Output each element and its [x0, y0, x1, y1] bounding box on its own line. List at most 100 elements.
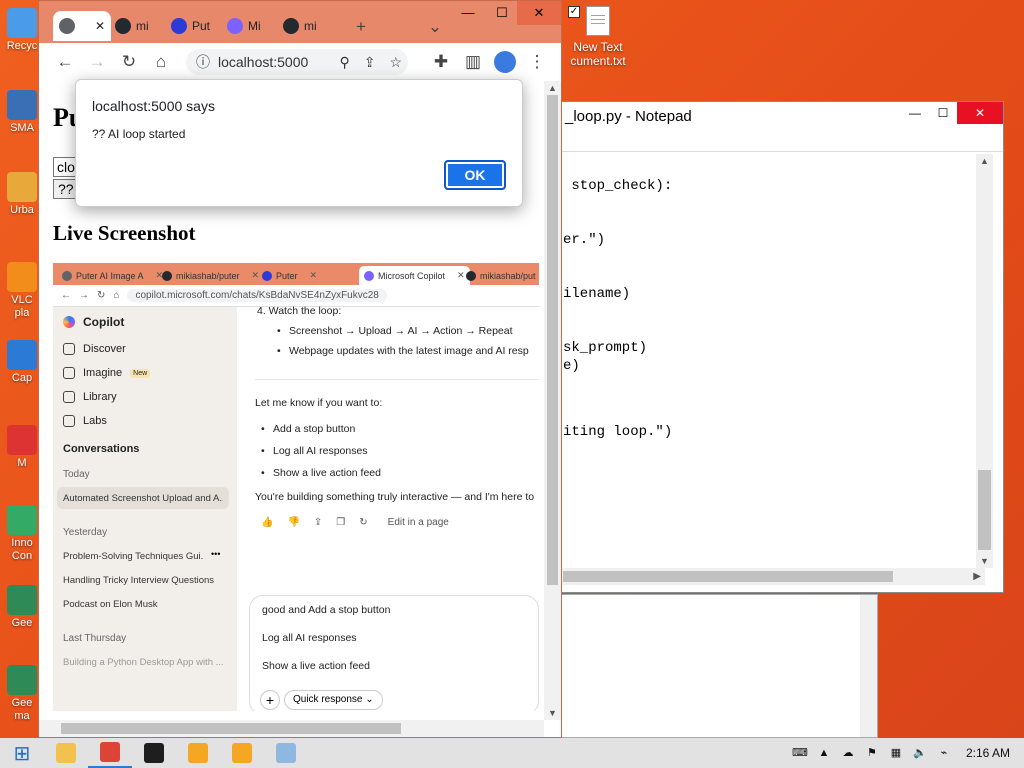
site-info-icon[interactable]: ⓘ	[196, 52, 210, 72]
notepad-text-area[interactable]: stop_check): er.") ilename) sk_prompt) e) iti…	[563, 154, 983, 564]
reload-icon[interactable]: ↻	[113, 46, 145, 78]
browser-tab[interactable]: ✕	[53, 11, 111, 41]
live-screenshot-heading: Live Screenshot	[53, 221, 196, 245]
chrome-window[interactable]: + ⌄ — ☐ ✕ ✕ mi Put Mi mi ← → ↻ ⌂ ⓘ localhost…	[38, 0, 562, 738]
profile-avatar[interactable]	[494, 51, 516, 73]
sidebar-item-label: Imagine	[83, 367, 123, 379]
background-window[interactable]	[560, 594, 878, 738]
scroll-thumb[interactable]	[61, 723, 401, 734]
browser-tab[interactable]: mi	[109, 11, 161, 41]
horizontal-scrollbar[interactable]: ▶	[549, 568, 985, 585]
message-actions: 👍 👎 ⇪ ❐ ↻ Edit in a page	[261, 517, 449, 528]
minimize-button[interactable]: —	[451, 1, 485, 25]
scroll-thumb[interactable]	[978, 470, 991, 550]
desktop-icon-new-text-document[interactable]: ✓ New Text cument.txt	[558, 6, 638, 68]
screenshot-tab: mikiashab/puter ✕	[157, 266, 264, 285]
alert-message: ?? AI loop started	[92, 127, 186, 141]
menu-icon[interactable]: ⋮	[521, 46, 553, 78]
browser-tab[interactable]: mi	[277, 11, 329, 41]
forward-icon[interactable]: →	[81, 46, 113, 78]
conversation-item: Problem-Solving Techniques Gui...	[63, 551, 203, 562]
tab-search-icon[interactable]: ⌄	[419, 11, 451, 43]
vertical-scrollbar[interactable]: ▲ ▼	[976, 154, 993, 568]
desktop-icon[interactable]: M	[2, 425, 42, 470]
browser-tab[interactable]: Mi	[221, 11, 273, 41]
desktop-icon[interactable]: Gee	[2, 585, 42, 630]
desktop-icon[interactable]: Urba	[2, 172, 42, 217]
desktop-icon[interactable]: Gee ma	[2, 665, 42, 723]
close-button[interactable]: ✕	[957, 102, 1003, 124]
maximize-button[interactable]: ☐	[929, 102, 957, 124]
taskbar-app-notepad[interactable]	[264, 738, 308, 768]
text-file-icon	[586, 6, 610, 36]
screenshot-tab: Puter ✕	[257, 266, 322, 285]
network-icon[interactable]: ▦	[888, 746, 904, 760]
forward-icon: →	[79, 290, 89, 301]
desktop-icon[interactable]: Cap	[2, 340, 42, 385]
browser-tab[interactable]: Put	[165, 11, 217, 41]
scroll-down-arrow-icon[interactable]: ▼	[544, 708, 561, 718]
taskbar-app-app-orange-2[interactable]	[220, 738, 264, 768]
taskbar-app-terminal[interactable]	[132, 738, 176, 768]
image-icon	[63, 367, 75, 379]
notepad-menu-bar[interactable]	[549, 130, 1003, 152]
app-icon	[7, 262, 37, 292]
language-icon[interactable]: ⌁	[936, 746, 952, 760]
copy-icon: ❐	[336, 517, 346, 528]
notepad-window[interactable]: _loop.py - Notepad — ☐ ✕ stop_check): er.…	[548, 101, 1004, 593]
keyboard-icon[interactable]: ⌨	[792, 746, 808, 760]
desktop-icon-label: Recyc	[6, 40, 38, 52]
back-icon[interactable]: ←	[49, 46, 81, 78]
screenshot-toolbar: ← → ↻ ⌂ copilot.microsoft.com/chats/KsBd…	[53, 285, 539, 307]
volume-icon[interactable]: 🔈	[912, 746, 928, 760]
yesterday-heading: Yesterday	[63, 527, 108, 538]
clock[interactable]: 2:16 AM	[966, 746, 1010, 760]
page-vertical-scrollbar[interactable]: ▲ ▼	[544, 81, 561, 720]
start-button[interactable]: ⊞	[0, 738, 44, 768]
thumbs-down-icon: 👎	[287, 517, 300, 528]
code-line: er.")	[563, 232, 606, 248]
desktop-icon-label: pla	[14, 307, 30, 319]
scroll-up-arrow-icon[interactable]: ▲	[544, 83, 561, 93]
address-bar[interactable]: ⓘ localhost:5000 ⚲ ⇪ ☆	[186, 49, 408, 75]
new-tab-button[interactable]: +	[345, 11, 377, 43]
show-hidden-icons-icon[interactable]: ▲	[816, 746, 832, 760]
bookmark-star-icon[interactable]: ☆	[389, 54, 402, 71]
app-icon	[7, 585, 37, 615]
flag-icon[interactable]: ⚑	[864, 746, 880, 760]
composer-box: good and Add a stop button Log all AI re…	[249, 595, 539, 711]
desktop-icon[interactable]: Inno Con	[2, 505, 42, 563]
favicon-icon	[227, 18, 243, 34]
extensions-icon[interactable]: ✚	[425, 46, 457, 78]
home-icon[interactable]: ⌂	[145, 46, 177, 78]
taskbar-app-app-orange-1[interactable]	[176, 738, 220, 768]
scroll-thumb[interactable]	[547, 95, 558, 585]
close-button[interactable]: ✕	[517, 1, 561, 25]
desktop-icon[interactable]: VLC pla	[2, 262, 42, 320]
minimize-button[interactable]: —	[901, 102, 929, 124]
taskbar-app-file-explorer[interactable]	[44, 738, 88, 768]
scroll-up-arrow-icon[interactable]: ▲	[976, 154, 993, 168]
zoom-icon[interactable]: ⚲	[339, 54, 349, 71]
regenerate-icon: ↻	[359, 517, 368, 528]
vertical-scrollbar[interactable]	[860, 595, 877, 737]
app-orange-2-icon	[232, 743, 252, 763]
taskbar-app-chrome[interactable]	[88, 738, 132, 768]
share-icon[interactable]: ⇪	[364, 54, 376, 71]
scroll-thumb[interactable]	[563, 571, 893, 582]
plus-icon: +	[260, 690, 280, 710]
side-panel-icon[interactable]: ▥	[457, 46, 489, 78]
copilot-logo-icon	[63, 316, 75, 328]
tab-close-icon[interactable]: ✕	[95, 19, 105, 33]
cloud-icon[interactable]: ☁	[840, 746, 856, 760]
selection-checkbox[interactable]: ✓	[568, 6, 580, 18]
desktop-icon[interactable]: SMA	[2, 90, 42, 135]
scroll-down-arrow-icon[interactable]: ▼	[976, 554, 993, 568]
page-horizontal-scrollbar[interactable]	[39, 720, 544, 737]
maximize-button[interactable]: ☐	[485, 1, 519, 25]
ok-button[interactable]: OK	[444, 160, 506, 190]
desktop-icon[interactable]: Recyc	[2, 8, 42, 53]
scroll-right-arrow-icon[interactable]: ▶	[973, 568, 981, 585]
favicon-icon	[466, 270, 476, 281]
composer-text: good and Add a stop button	[262, 604, 391, 616]
